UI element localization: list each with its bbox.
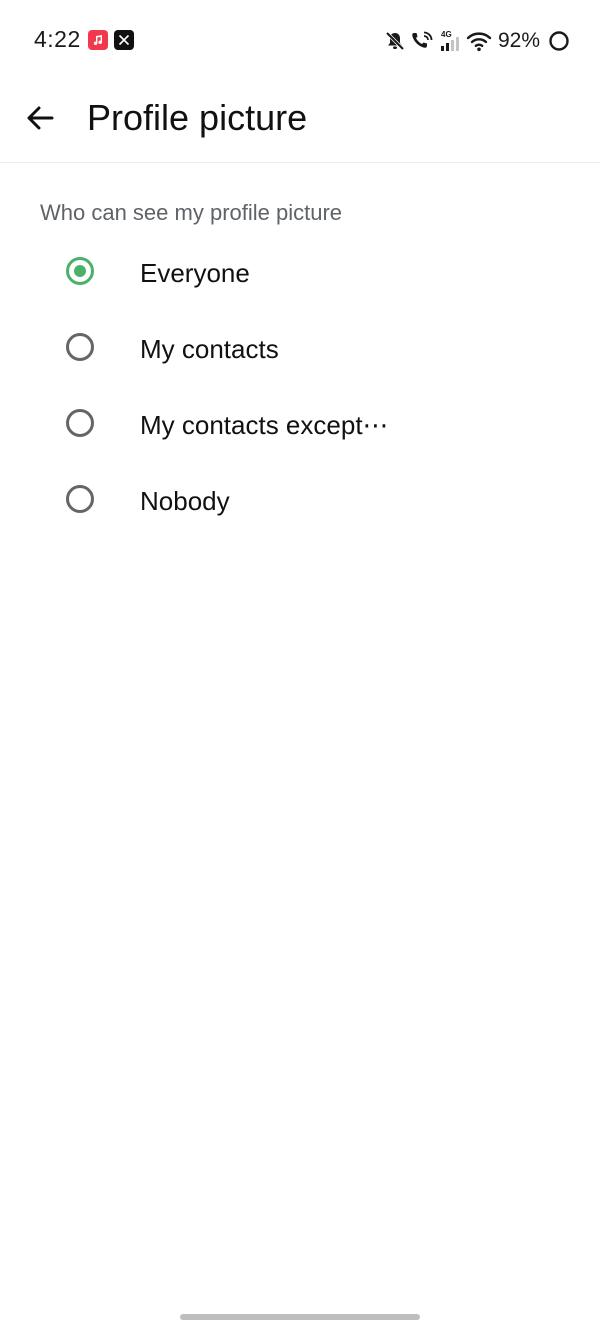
arrow-left-icon	[25, 103, 55, 133]
option-nobody[interactable]: Nobody	[0, 464, 600, 540]
radio-button[interactable]	[66, 485, 94, 513]
app-bar: Profile picture	[0, 80, 600, 163]
option-my-contacts[interactable]: My contacts	[0, 312, 600, 388]
option-label: Everyone	[140, 258, 250, 288]
page-title: Profile picture	[87, 97, 308, 138]
music-app-icon	[88, 30, 108, 50]
svg-text:4G: 4G	[441, 30, 452, 39]
wifi-call-icon	[410, 30, 434, 52]
wifi-icon	[466, 30, 492, 52]
option-everyone[interactable]: Everyone	[0, 236, 600, 312]
status-icons: 4G 92%	[384, 26, 570, 56]
status-bar: 4:22 4G 92%	[0, 0, 600, 80]
radio-group: Everyone My contacts My contacts except⋯…	[0, 236, 600, 540]
bell-off-icon	[384, 30, 406, 52]
section-header: Who can see my profile picture	[40, 200, 343, 225]
battery-percent: 92%	[497, 29, 540, 52]
back-button[interactable]	[20, 98, 60, 138]
radio-button[interactable]	[66, 333, 94, 361]
radio-button[interactable]	[66, 409, 94, 437]
signal-icon: 4G	[438, 29, 462, 53]
x-app-icon	[114, 30, 134, 50]
option-label: My contacts except⋯	[140, 410, 389, 440]
home-indicator[interactable]	[180, 1314, 420, 1320]
screen: 4:22 4G 92% Profile picture Who can see …	[0, 0, 600, 1333]
battery-ring-icon	[548, 30, 570, 52]
status-time: 4:22	[34, 26, 81, 52]
option-my-contacts-except[interactable]: My contacts except⋯	[0, 388, 600, 464]
option-label: My contacts	[140, 334, 279, 364]
option-label: Nobody	[140, 486, 230, 516]
radio-button-selected[interactable]	[66, 257, 94, 285]
